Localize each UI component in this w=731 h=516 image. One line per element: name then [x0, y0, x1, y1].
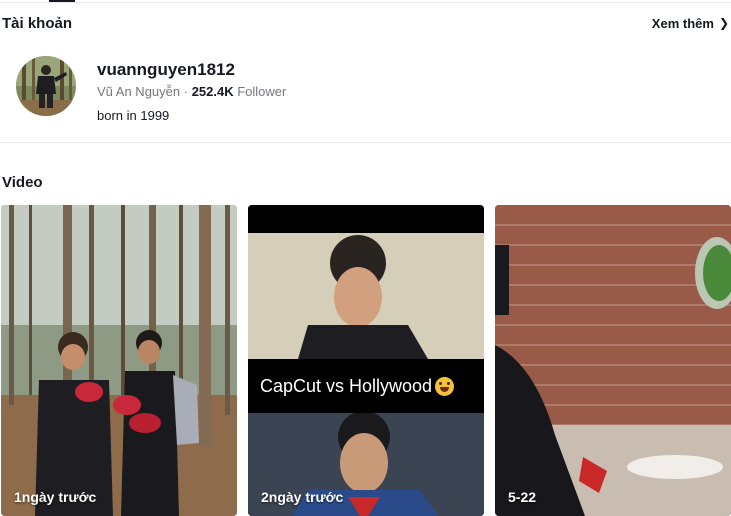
meta-separator: ·	[180, 84, 192, 99]
accounts-section-title: Tài khoản	[2, 14, 73, 32]
avatar[interactable]	[16, 56, 76, 116]
account-info: vuannguyen1812 Vũ An Nguyễn · 252.4K Fol…	[97, 56, 286, 123]
account-username[interactable]: vuannguyen1812	[97, 60, 286, 80]
video-card[interactable]: 1ngày trước	[1, 205, 237, 516]
video-grid: 1ngày trước CapCut vs Hollywood 2ngày tr…	[0, 205, 731, 516]
video-thumbnail[interactable]	[495, 205, 731, 516]
video-card[interactable]: CapCut vs Hollywood 2ngày trước	[248, 205, 484, 516]
section-divider	[0, 142, 731, 143]
video-date-label: 5-22	[508, 489, 537, 505]
video-date-label: 2ngày trước	[261, 489, 344, 505]
follower-label: Follower	[233, 84, 287, 99]
video-thumbnail[interactable]	[1, 205, 237, 516]
top-divider	[0, 2, 731, 3]
account-meta: Vũ An Nguyễn · 252.4K Follower	[97, 84, 286, 100]
accounts-section-header: Tài khoản Xem thêm ❯	[2, 12, 729, 34]
video-date-label: 1ngày trước	[14, 489, 97, 505]
account-bio: born in 1999	[97, 108, 170, 123]
video-section-title: Video	[2, 174, 43, 191]
video-card[interactable]: 5-22	[495, 205, 731, 516]
chevron-right-icon[interactable]: ❯	[719, 16, 729, 30]
see-more-label[interactable]: Xem thêm	[652, 16, 714, 31]
account-display-name: Vũ An Nguyễn	[97, 84, 181, 99]
follower-count: 252.4K	[191, 84, 234, 99]
account-result[interactable]: vuannguyen1812 Vũ An Nguyễn · 252.4K Fol…	[16, 56, 716, 123]
grinning-sweat-emoji-icon	[435, 376, 455, 396]
video-caption: CapCut vs Hollywood	[248, 359, 484, 413]
video-caption-text: CapCut vs Hollywood	[260, 375, 433, 396]
see-more-link[interactable]: Xem thêm ❯	[652, 16, 729, 31]
